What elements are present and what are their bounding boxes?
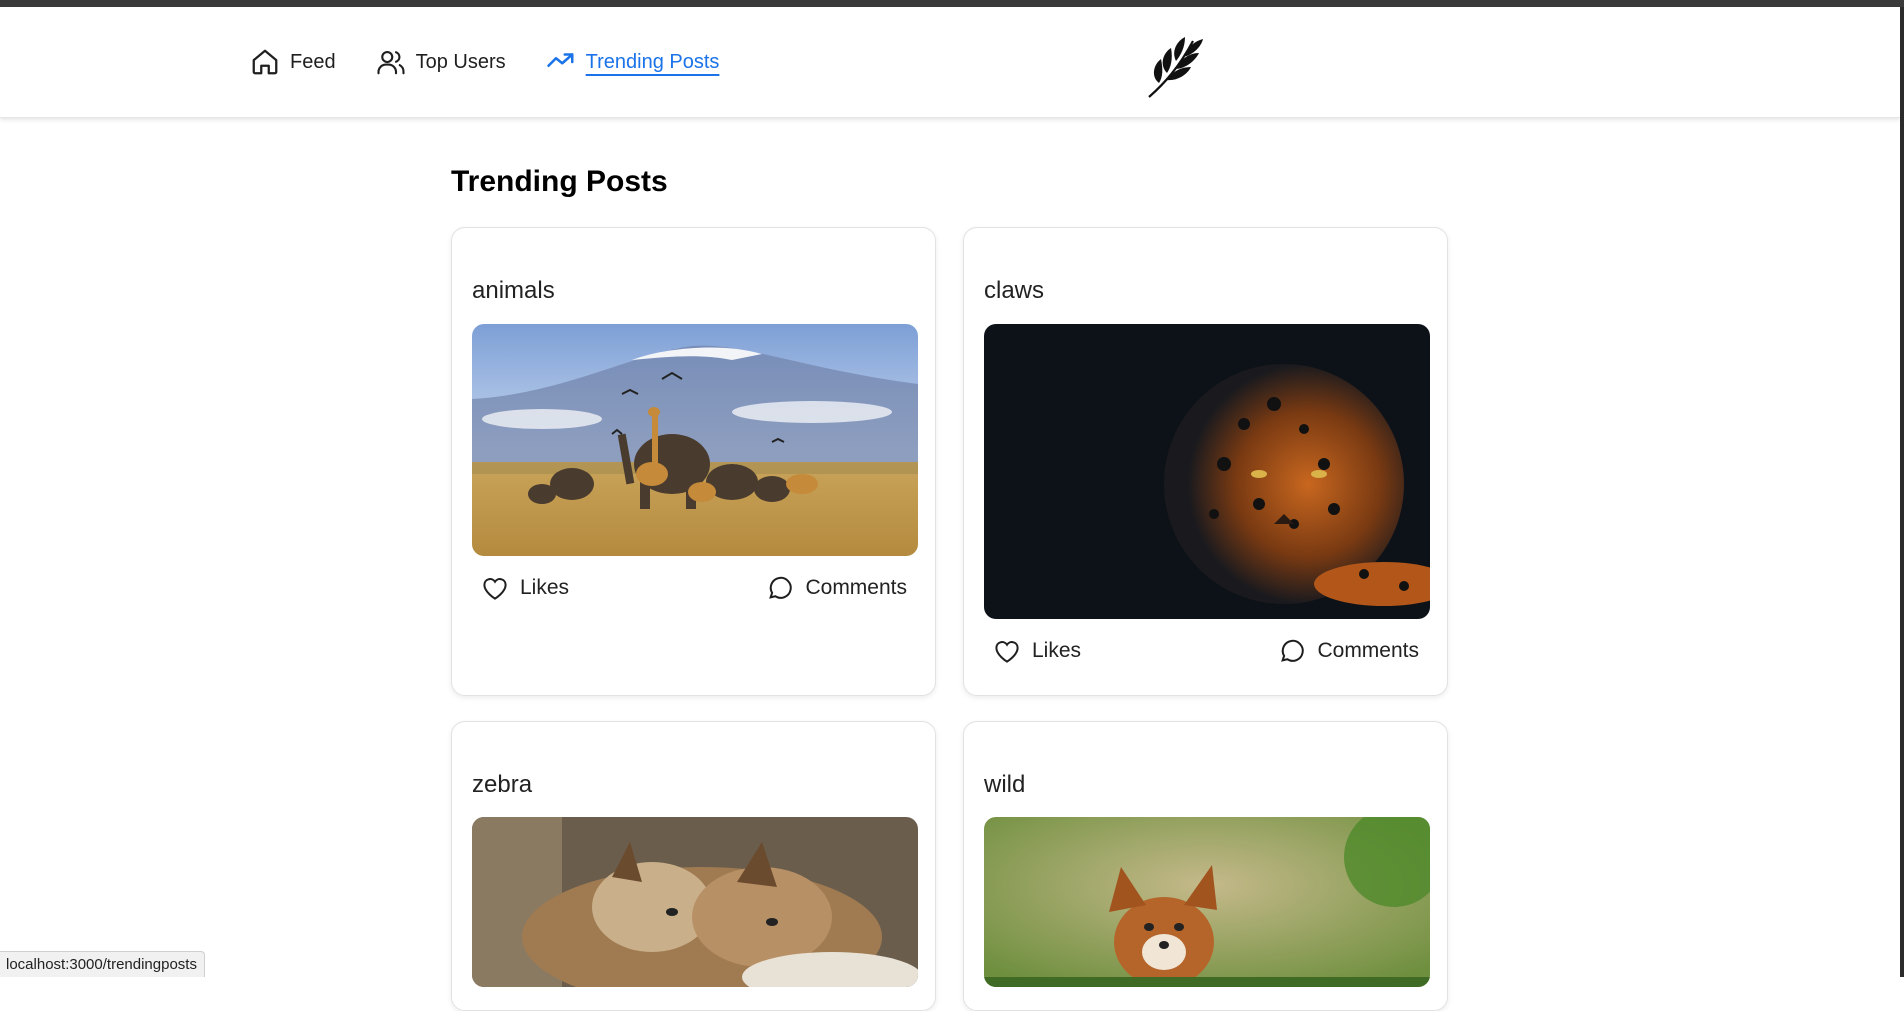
likes-button[interactable]: Likes <box>480 573 569 603</box>
comments-label: Comments <box>1317 639 1419 662</box>
post-image[interactable] <box>984 324 1430 619</box>
nav-trending-posts-label: Trending Posts <box>585 50 720 73</box>
likes-label: Likes <box>1032 639 1082 662</box>
app-header: Feed Top Users Trending Posts <box>0 7 1900 118</box>
comments-label: Comments <box>805 576 907 599</box>
post-title: claws <box>984 277 1045 304</box>
comments-button[interactable]: Comments <box>1277 636 1419 666</box>
post-image[interactable] <box>472 324 918 556</box>
page-title: Trending Posts <box>451 165 668 198</box>
post-card: animals Likes Comments <box>451 227 936 696</box>
scrollbar[interactable] <box>1900 7 1904 977</box>
post-image[interactable] <box>472 817 918 987</box>
comment-icon <box>769 576 793 599</box>
post-actions: Likes Comments <box>480 573 907 603</box>
post-title: animals <box>472 277 555 304</box>
comments-button[interactable]: Comments <box>765 573 907 603</box>
post-actions: Likes Comments <box>992 636 1419 666</box>
leaf-branch-logo[interactable] <box>1145 33 1209 99</box>
nav-top-users[interactable]: Top Users <box>376 47 506 77</box>
nav-feed[interactable]: Feed <box>250 47 336 77</box>
post-image[interactable] <box>984 817 1430 987</box>
post-title: wild <box>984 771 1026 798</box>
users-icon <box>376 47 406 77</box>
main-nav: Feed Top Users Trending Posts <box>250 47 759 77</box>
post-title: zebra <box>472 771 533 798</box>
likes-label: Likes <box>520 576 570 599</box>
heart-icon <box>483 578 507 600</box>
nav-trending-posts[interactable]: Trending Posts <box>546 47 720 77</box>
status-url-tooltip: localhost:3000/trendingposts <box>0 951 205 977</box>
nav-feed-label: Feed <box>290 50 336 73</box>
post-card: claws Likes Comments <box>963 227 1448 696</box>
heart-icon <box>995 641 1019 663</box>
nav-top-users-label: Top Users <box>415 50 506 73</box>
post-card: wild <box>963 721 1448 1011</box>
browser-top-strip <box>0 0 1904 7</box>
home-icon <box>250 47 280 77</box>
post-card: zebra <box>451 721 936 1011</box>
trending-up-icon <box>546 47 576 77</box>
comment-icon <box>1281 639 1305 662</box>
likes-button[interactable]: Likes <box>992 636 1081 666</box>
